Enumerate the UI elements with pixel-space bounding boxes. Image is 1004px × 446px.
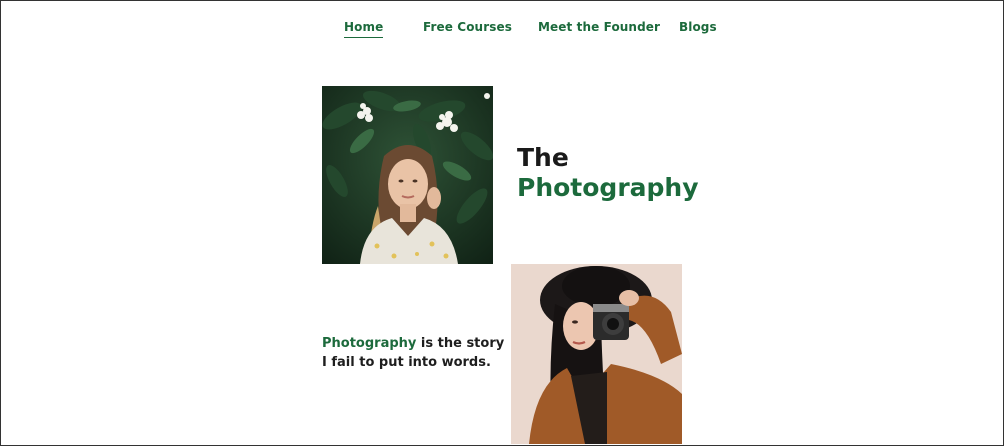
quote-line2: I fail to put into words. bbox=[322, 355, 491, 370]
nav-link-meet-the-founder[interactable]: Meet the Founder bbox=[538, 20, 660, 34]
hero-title-line2: Photography bbox=[517, 173, 699, 202]
quote-line1: Photography is the story bbox=[322, 334, 504, 353]
hero-title-line1: The bbox=[517, 143, 569, 172]
top-navigation: Home Free Courses Meet the Founder Blogs bbox=[1, 20, 1003, 40]
portrait-photo-camera bbox=[511, 264, 682, 444]
quote-line1-rest: is the story bbox=[416, 336, 505, 351]
nav-link-free-courses[interactable]: Free Courses bbox=[423, 20, 512, 34]
nav-link-home[interactable]: Home bbox=[344, 20, 384, 38]
portrait-photo-greenery-image bbox=[322, 86, 493, 264]
hero-heading: The Photography bbox=[517, 143, 699, 203]
page-frame: Home Free Courses Meet the Founder Blogs bbox=[0, 0, 1004, 446]
nav-link-blogs[interactable]: Blogs bbox=[679, 20, 717, 34]
portrait-photo-camera-image bbox=[511, 264, 682, 444]
portrait-photo-greenery bbox=[322, 86, 493, 264]
quote-accent-word: Photography bbox=[322, 336, 417, 351]
photography-quote: Photography is the story I fail to put i… bbox=[322, 334, 504, 372]
